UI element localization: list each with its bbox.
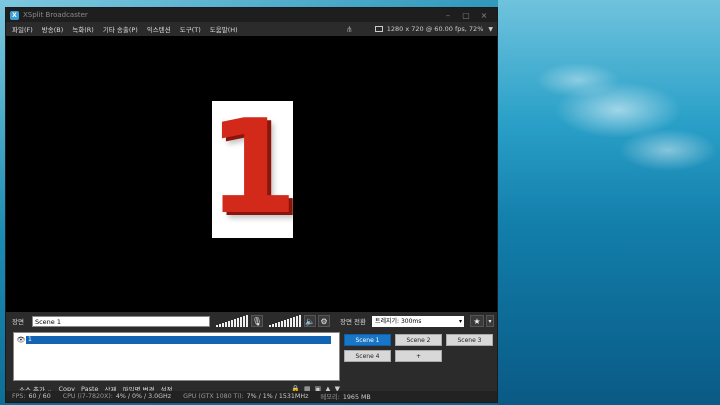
list-item[interactable]: 👁 1	[16, 336, 331, 344]
resolution-selector[interactable]: 1280 x 720 @ 60.00 fps, 72% ▼	[374, 25, 493, 33]
close-button[interactable]: ×	[475, 11, 493, 20]
menu-record[interactable]: 녹화(R)	[72, 24, 94, 34]
chevron-down-icon: ▼	[488, 25, 493, 33]
scene-button-4[interactable]: Scene 4	[344, 350, 391, 362]
menu-help[interactable]: 도움말(H)	[210, 24, 238, 34]
preview-source-image[interactable]: 1	[207, 101, 298, 238]
mic-volume-meter[interactable]	[215, 315, 249, 327]
share-icon[interactable]: ⋔	[346, 25, 353, 34]
resolution-text: 1280 x 720 @ 60.00 fps, 72%	[386, 25, 484, 33]
scene-name-input[interactable]: Scene 1	[31, 315, 210, 327]
menu-other-output[interactable]: 기타 송출(P)	[103, 24, 138, 34]
transition-select[interactable]: 트레지기: 300ms ▾	[371, 315, 464, 327]
menu-file[interactable]: 파일(F)	[12, 24, 33, 34]
app-logo-icon: X	[10, 10, 19, 20]
monitor-icon	[374, 26, 383, 32]
cpu-status: CPU (i7-7820X): 4% / 0% / 3.0GHz	[62, 393, 172, 400]
scene-button-3[interactable]: Scene 3	[446, 334, 493, 346]
microphone-icon[interactable]: 🎙	[250, 315, 263, 327]
add-scene-button[interactable]: +	[395, 350, 442, 362]
maximize-button[interactable]: ▢	[457, 11, 475, 20]
star-icon[interactable]: ★	[469, 315, 484, 327]
chevron-down-icon[interactable]: ▾	[485, 315, 494, 327]
scene-label: 장면	[12, 318, 24, 326]
transition-value: 트레지기: 300ms	[374, 317, 422, 325]
number-one-graphic: 1	[207, 90, 298, 243]
gpu-status: GPU (GTX 1080 Ti): 7% / 1% / 1531MHz	[183, 393, 309, 400]
menu-tools[interactable]: 도구(T)	[180, 24, 201, 34]
menu-broadcast[interactable]: 방송(B)	[42, 24, 64, 34]
speaker-volume-meter[interactable]	[268, 315, 302, 327]
scene-control-row: 장면 Scene 1 🎙 🔈 ⚙ 장면 전환 트레지기: 300ms ▾ ★ ▾	[6, 312, 497, 330]
menu-bar: 파일(F) 방송(B) 녹화(R) 기타 송출(P) 익스텐션 도구(T) 도움…	[6, 22, 497, 36]
scene-button-1[interactable]: Scene 1	[344, 334, 391, 346]
window-title: XSplit Broadcaster	[23, 11, 88, 19]
app-window: X XSplit Broadcaster – ▢ × 파일(F) 방송(B) 녹…	[5, 7, 498, 403]
scene-button-2[interactable]: Scene 2	[395, 334, 442, 346]
gear-icon[interactable]: ⚙	[317, 315, 330, 327]
menu-extensions[interactable]: 익스텐션	[147, 24, 171, 34]
speaker-icon[interactable]: 🔈	[303, 315, 316, 327]
title-bar[interactable]: X XSplit Broadcaster – ▢ ×	[6, 8, 497, 22]
chevron-down-icon: ▾	[458, 317, 462, 325]
source-list[interactable]: 👁 1	[13, 332, 340, 381]
minimize-button[interactable]: –	[439, 11, 457, 20]
transition-label: 장면 전환	[339, 318, 366, 326]
preview-canvas[interactable]: 1	[6, 36, 497, 312]
source-label: 1	[28, 336, 32, 343]
desktop-background	[498, 0, 720, 405]
memory-status: 메모리: 1965 MB	[320, 394, 371, 401]
eye-icon[interactable]: 👁	[16, 336, 26, 344]
fps-status: FPS: 60 / 60	[12, 393, 51, 400]
status-bar: FPS: 60 / 60 CPU (i7-7820X): 4% / 0% / 3.0…	[6, 391, 497, 402]
